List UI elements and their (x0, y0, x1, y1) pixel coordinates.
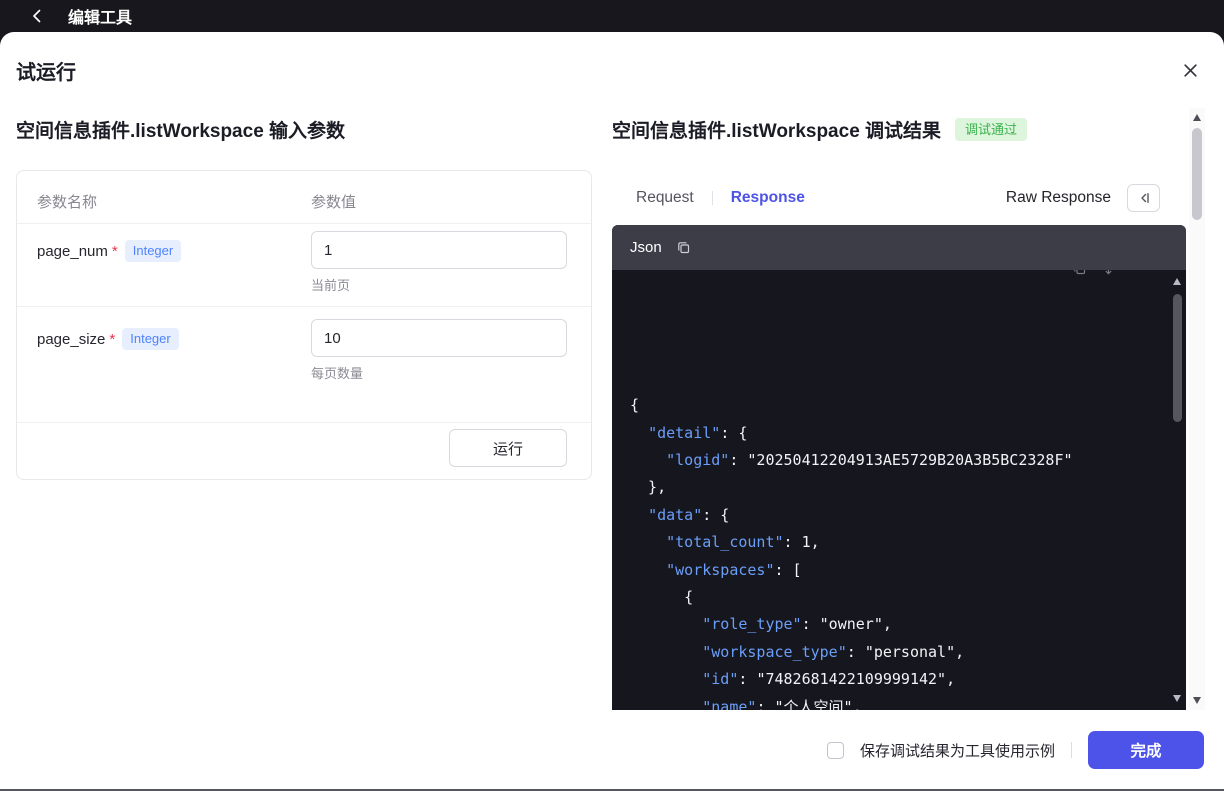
column-header-param-name: 参数名称 (37, 194, 98, 211)
scroll-down-arrow-icon[interactable] (1173, 695, 1181, 702)
scroll-up-arrow-icon[interactable] (1173, 278, 1181, 285)
save-example-label: 保存调试结果为工具使用示例 (859, 742, 1055, 760)
code-format-bar: Json (612, 225, 1186, 270)
code-line: "data": { (648, 505, 730, 524)
code-line: "role_type": "owner", (702, 615, 892, 634)
code-line: "workspaces": [ (666, 560, 802, 579)
response-code-panel: Json { "detail": { "logid": "20250412204… (612, 225, 1186, 710)
param-name: page_num (37, 242, 108, 260)
required-asterisk: * (109, 330, 116, 348)
required-asterisk: * (111, 242, 118, 260)
modal-footer: 保存调试结果为工具使用示例 完成 (826, 731, 1204, 769)
tab-separator (711, 191, 713, 205)
copy-icon (1074, 270, 1086, 275)
code-line: "detail": { (648, 423, 748, 442)
back-button[interactable] (30, 8, 44, 24)
save-example-checkbox[interactable] (826, 741, 844, 759)
json-code: { "detail": { "logid": "20250412204913AE… (612, 270, 1186, 710)
modal-title: 试运行 (16, 62, 76, 84)
result-tabs: Request Response Raw Response (612, 183, 1186, 213)
input-params-heading: 空间信息插件.listWorkspace 输入参数 (16, 116, 345, 143)
copy-icon (677, 242, 689, 254)
type-badge: Integer (122, 328, 179, 351)
code-scrollbar[interactable] (1169, 270, 1186, 710)
status-badge: 调试通过 (955, 118, 1028, 141)
scrolled-toolbar-remnant (1072, 270, 1116, 276)
param-value-input-page-num[interactable] (311, 231, 567, 269)
code-line: "total_count": 1, (666, 533, 820, 552)
param-description: 当前页 (311, 278, 351, 293)
topbar: 编辑工具 (0, 0, 1224, 32)
table-divider (17, 223, 591, 224)
page-scrollbar[interactable] (1189, 108, 1205, 710)
type-badge: Integer (124, 240, 182, 263)
code-line: "logid": "20250412204913AE5729B20A3B5BC2… (666, 451, 1073, 469)
collapse-panel-button[interactable] (1127, 184, 1160, 212)
done-button[interactable]: 完成 (1088, 731, 1204, 769)
tab-request[interactable]: Request (636, 189, 694, 207)
raw-response-label: Raw Response (1005, 189, 1111, 206)
param-name: page_size (37, 330, 106, 348)
table-divider (17, 306, 591, 307)
param-row-name-block: page_size * Integer (37, 328, 179, 351)
run-button[interactable]: 运行 (449, 429, 567, 467)
code-line: { (630, 396, 640, 415)
param-table: 参数名称 参数值 page_num * Integer 当前页 page_siz… (16, 170, 592, 480)
param-value-input-page-size[interactable] (311, 319, 567, 357)
code-line: }, (630, 478, 667, 497)
test-run-modal: 试运行 空间信息插件.listWorkspace 输入参数 参数名称 参数值 p… (0, 32, 1224, 791)
page-title: 编辑工具 (68, 10, 133, 27)
tab-response[interactable]: Response (731, 189, 805, 207)
close-button[interactable] (1178, 58, 1202, 82)
page-scrollbar-thumb[interactable] (1192, 128, 1202, 220)
input-params-heading-text: 空间信息插件.listWorkspace 输入参数 (16, 121, 346, 142)
param-row-name-block: page_num * Integer (37, 240, 182, 263)
expand-icon (1105, 270, 1112, 275)
code-line: { (630, 587, 694, 606)
param-description: 每页数量 (311, 366, 364, 381)
code-line: "workspace_type": "personal", (702, 642, 965, 661)
close-icon (1183, 63, 1197, 77)
scroll-down-arrow-icon[interactable] (1192, 697, 1201, 704)
debug-result-heading-text: 空间信息插件.listWorkspace 调试结果 (612, 121, 942, 142)
code-scrollbar-thumb[interactable] (1173, 294, 1182, 422)
column-header-param-value: 参数值 (311, 194, 357, 211)
scroll-up-arrow-icon[interactable] (1192, 114, 1201, 121)
footer-divider (1071, 742, 1072, 758)
copy-button[interactable] (676, 240, 691, 255)
collapse-panel-icon (1140, 193, 1149, 203)
table-divider (17, 422, 591, 423)
debug-result-heading: 空间信息插件.listWorkspace 调试结果 调试通过 (612, 116, 1028, 143)
code-line: "name": "个人空间", (702, 697, 862, 710)
chevron-left-icon (33, 9, 41, 23)
format-label: Json (630, 239, 662, 256)
code-line: "id": "7482681422109999142", (702, 670, 956, 689)
